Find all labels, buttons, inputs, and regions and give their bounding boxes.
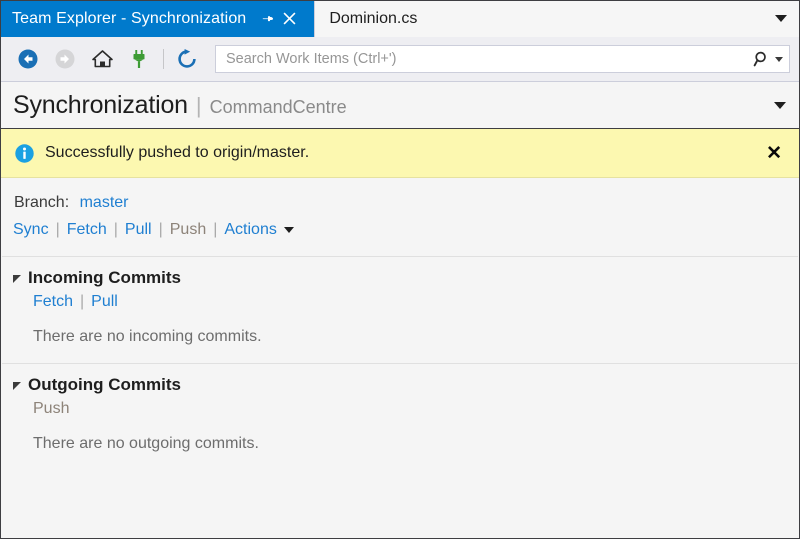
sync-action-links: Sync | Fetch | Pull | Push | Actions: [0, 212, 800, 239]
info-icon: [15, 143, 34, 163]
link-separator: |: [55, 221, 60, 238]
page-header-text: Synchronization | CommandCentre: [13, 91, 347, 120]
outgoing-push-link[interactable]: Push: [33, 400, 69, 418]
pull-link[interactable]: Pull: [125, 221, 152, 239]
section-outgoing-header[interactable]: Outgoing Commits: [13, 375, 800, 395]
section-incoming-commits: Incoming Commits Fetch | Pull There are …: [0, 257, 800, 346]
chevron-down-icon[interactable]: [775, 56, 783, 62]
tool-window-tab-team-explorer[interactable]: Team Explorer - Synchronization: [0, 0, 309, 37]
outgoing-empty-message: There are no outgoing commits.: [33, 435, 259, 452]
section-incoming-links: Fetch | Pull: [13, 288, 800, 311]
back-button[interactable]: [12, 44, 44, 74]
close-icon[interactable]: [278, 0, 300, 37]
triangle-collapse-icon[interactable]: [13, 275, 21, 283]
page-header: Synchronization | CommandCentre: [0, 82, 800, 128]
search-icon: [753, 51, 766, 67]
page-title: Synchronization: [13, 90, 188, 119]
section-incoming-title: Incoming Commits: [28, 268, 182, 287]
sync-link[interactable]: Sync: [13, 221, 49, 239]
search-input[interactable]: [226, 51, 749, 67]
repository-name: CommandCentre: [209, 96, 347, 117]
section-outgoing-links: Push: [13, 395, 800, 418]
link-separator: |: [213, 221, 218, 238]
notification-message: Successfully pushed to origin/master.: [45, 144, 310, 161]
branch-row: Branch: master: [0, 178, 800, 212]
branch-name-link[interactable]: master: [80, 194, 129, 211]
document-tab-dominion-cs[interactable]: Dominion.cs: [314, 0, 800, 37]
actions-menu-link[interactable]: Actions: [224, 221, 276, 239]
section-outgoing-title: Outgoing Commits: [28, 375, 181, 394]
incoming-fetch-link[interactable]: Fetch: [33, 293, 73, 311]
team-explorer-toolbar: [0, 37, 800, 82]
home-button[interactable]: [86, 44, 118, 74]
section-outgoing-commits: Outgoing Commits Push There are no outgo…: [0, 364, 800, 453]
link-separator: |: [80, 293, 85, 310]
connect-plug-button[interactable]: [123, 44, 155, 74]
search-submit[interactable]: [749, 50, 783, 68]
notification-bar: Successfully pushed to origin/master. ✕: [0, 128, 800, 178]
notification-close-button[interactable]: ✕: [762, 142, 786, 165]
link-separator: |: [113, 221, 118, 238]
link-separator: |: [158, 221, 163, 238]
header-separator: |: [195, 92, 202, 118]
chevron-down-icon[interactable]: [775, 15, 787, 22]
tool-window-title: Team Explorer - Synchronization: [12, 9, 247, 27]
incoming-empty-message: There are no incoming commits.: [33, 328, 262, 345]
section-incoming-header[interactable]: Incoming Commits: [13, 268, 800, 288]
incoming-pull-link[interactable]: Pull: [91, 293, 118, 311]
title-bar: Team Explorer - Synchronization Dominion…: [0, 0, 800, 37]
branch-label: Branch:: [14, 194, 70, 211]
push-link[interactable]: Push: [170, 221, 206, 239]
synchronization-content: Branch: master Sync | Fetch | Pull | Pus…: [0, 178, 800, 453]
team-explorer-window: Team Explorer - Synchronization Dominion…: [0, 0, 800, 539]
refresh-button[interactable]: [171, 44, 203, 74]
triangle-collapse-icon[interactable]: [13, 382, 21, 390]
search-box[interactable]: [215, 45, 790, 73]
fetch-link[interactable]: Fetch: [67, 221, 107, 239]
toolbar-separator: [163, 49, 164, 69]
forward-button[interactable]: [49, 44, 81, 74]
chevron-down-icon[interactable]: [283, 227, 294, 233]
pin-icon[interactable]: [256, 0, 278, 37]
chevron-down-icon[interactable]: [774, 101, 786, 109]
document-tab-label: Dominion.cs: [329, 9, 418, 27]
